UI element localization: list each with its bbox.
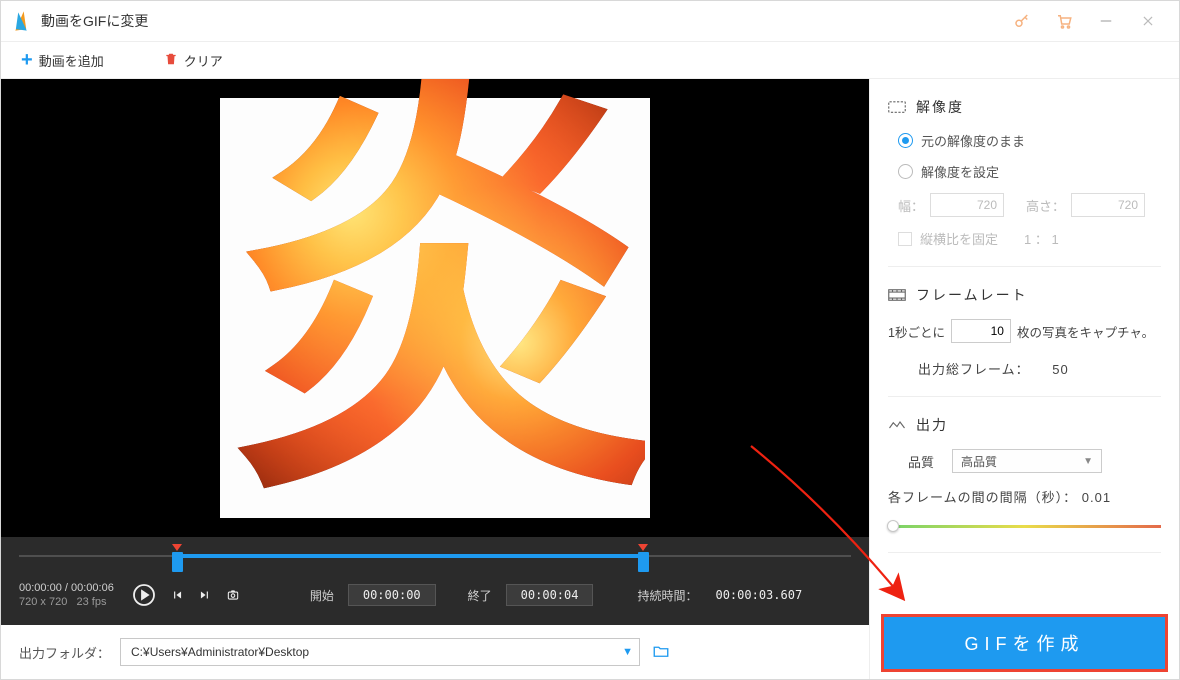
total-frames-value: 50 — [1052, 362, 1068, 377]
cart-icon[interactable] — [1043, 1, 1085, 41]
video-frame: 炎 — [220, 98, 650, 518]
slider-knob[interactable] — [887, 520, 899, 532]
app-logo-icon — [11, 10, 33, 32]
timeline[interactable] — [19, 537, 851, 575]
interval-row: 各フレームの間の間隔（秒）： 0.01 — [888, 487, 1161, 506]
output-folder-row: 出力フォルダ： C:¥Users¥Administrator¥Desktop ▼ — [1, 625, 869, 679]
height-input — [1071, 193, 1145, 217]
quality-value: 高品質 — [961, 453, 997, 470]
interval-value: 0.01 — [1082, 490, 1111, 505]
playback-controls: 00:00:00 / 00:00:06 720 x 720 23 fps — [19, 575, 851, 615]
app-window: 動画をGIFに変更 + 動画を追加 クリア — [0, 0, 1180, 680]
chevron-down-icon: ▼ — [1083, 456, 1093, 467]
radio-checked-icon — [898, 133, 913, 148]
video-dimensions: 720 x 720 — [19, 596, 67, 608]
main-content: 炎 00:00:00 / 00:00:06 — [1, 79, 1179, 679]
title-bar: 動画をGIFに変更 — [1, 1, 1179, 41]
framerate-row: 1秒ごとに 枚の写真をキャプチャ。 — [888, 319, 1161, 343]
trash-icon — [164, 51, 178, 70]
minimize-button[interactable] — [1085, 1, 1127, 41]
timeline-end-handle[interactable] — [638, 552, 649, 572]
quality-label: 品質 — [908, 452, 934, 471]
total-time: 00:00:06 — [71, 582, 114, 594]
width-input — [930, 193, 1004, 217]
preview-content: 炎 — [225, 79, 645, 518]
clear-button[interactable]: クリア — [164, 51, 223, 70]
output-heading: 出力 — [888, 415, 1161, 435]
interval-label: 各フレームの間の間隔（秒）： — [888, 490, 1077, 505]
output-section: 出力 品質 高品質 ▼ 各フレームの間の間隔（秒）： 0.01 — [888, 415, 1161, 553]
lock-ratio-row: 縦横比を固定 1 ： 1 — [898, 229, 1161, 248]
close-button[interactable] — [1127, 1, 1169, 41]
framerate-section: フレームレート 1秒ごとに 枚の写真をキャプチャ。 出力総フレーム： 50 — [888, 285, 1161, 397]
framerate-prefix: 1秒ごとに — [888, 322, 945, 341]
output-folder-path: C:¥Users¥Administrator¥Desktop — [131, 645, 309, 659]
resolution-heading: 解像度 — [888, 97, 1161, 117]
add-video-label: 動画を追加 — [39, 51, 104, 70]
timeline-selection — [177, 554, 643, 558]
resolution-section: 解像度 元の解像度のまま 解像度を設定 幅： 高さ： — [888, 97, 1161, 267]
end-time-input[interactable]: 00:00:04 — [506, 584, 594, 606]
quality-select[interactable]: 高品質 ▼ — [952, 449, 1102, 473]
output-folder-label: 出力フォルダ： — [19, 643, 110, 662]
chevron-down-icon: ▼ — [622, 646, 633, 658]
dimension-inputs: 幅： 高さ： — [898, 193, 1161, 217]
snapshot-button[interactable] — [226, 588, 240, 602]
open-folder-button[interactable] — [650, 642, 672, 663]
slider-track — [888, 525, 1161, 528]
framerate-input[interactable] — [951, 319, 1011, 343]
timecode-display: 00:00:00 / 00:00:06 720 x 720 23 fps — [19, 581, 114, 610]
duration-label: 持続時間： — [637, 587, 697, 604]
height-label: 高さ： — [1026, 196, 1065, 215]
radio-keep-original[interactable]: 元の解像度のまま — [898, 131, 1161, 150]
framerate-suffix: 枚の写真をキャプチャ。 — [1017, 322, 1154, 341]
ratio-value: 1 ： 1 — [1024, 229, 1059, 248]
prev-frame-button[interactable] — [170, 588, 184, 602]
start-time-input[interactable]: 00:00:00 — [348, 584, 436, 606]
interval-slider[interactable] — [888, 518, 1161, 534]
clear-label: クリア — [184, 51, 223, 70]
next-frame-button[interactable] — [198, 588, 212, 602]
framerate-heading: フレームレート — [888, 285, 1161, 305]
total-frames-label: 出力総フレーム： — [918, 362, 1030, 377]
video-preview[interactable]: 炎 — [1, 79, 869, 537]
current-time: 00:00:00 — [19, 582, 62, 594]
start-time-label: 開始 — [310, 587, 334, 604]
add-video-button[interactable]: + 動画を追加 — [21, 50, 104, 70]
checkbox-icon — [898, 232, 912, 246]
main-toolbar: + 動画を追加 クリア — [1, 41, 1179, 79]
radio-unchecked-icon — [898, 164, 913, 179]
key-icon[interactable] — [1001, 1, 1043, 41]
width-label: 幅： — [898, 196, 924, 215]
output-folder-select[interactable]: C:¥Users¥Administrator¥Desktop ▼ — [120, 638, 640, 666]
total-frames-row: 出力総フレーム： 50 — [918, 359, 1161, 378]
end-time-label: 終了 — [468, 587, 492, 604]
plus-icon: + — [21, 50, 33, 70]
radio-set-resolution[interactable]: 解像度を設定 — [898, 162, 1161, 181]
play-button[interactable] — [132, 583, 156, 607]
quality-row: 品質 高品質 ▼ — [908, 449, 1161, 473]
timeline-start-handle[interactable] — [172, 552, 183, 572]
duration-value: 00:00:03.607 — [715, 588, 802, 602]
create-gif-button[interactable]: GIFを作成 — [884, 617, 1165, 669]
player-controls-panel: 00:00:00 / 00:00:06 720 x 720 23 fps — [1, 537, 869, 625]
left-panel: 炎 00:00:00 / 00:00:06 — [1, 79, 869, 679]
settings-panel: 解像度 元の解像度のまま 解像度を設定 幅： 高さ： — [869, 79, 1179, 679]
window-title: 動画をGIFに変更 — [41, 11, 148, 31]
video-fps: 23 fps — [77, 596, 107, 608]
lock-ratio-label: 縦横比を固定 — [920, 229, 998, 248]
